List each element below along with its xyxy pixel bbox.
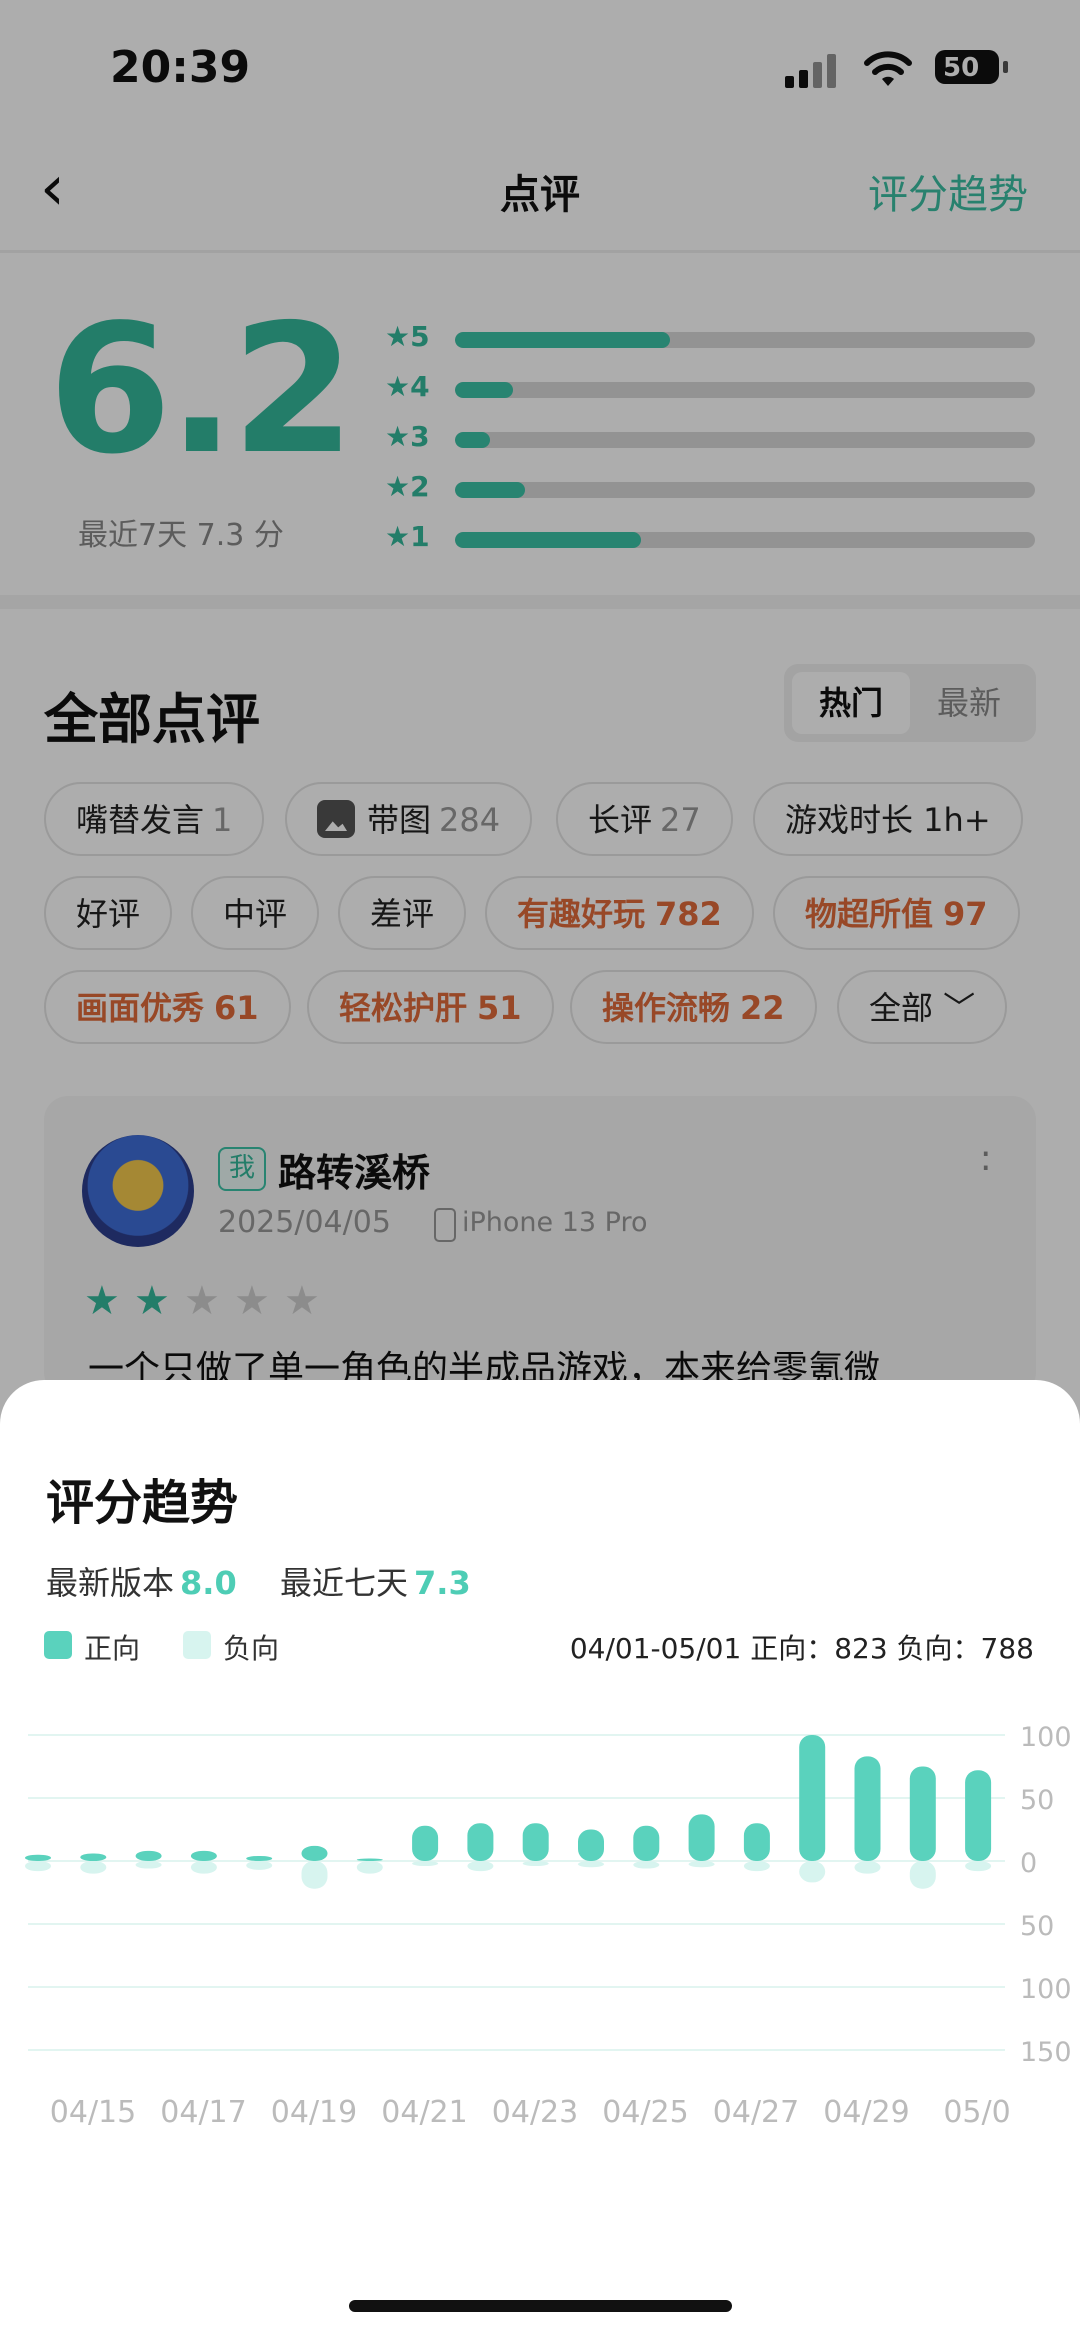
positive-bar [80, 1853, 107, 1861]
negative-bar [522, 1861, 549, 1867]
trend-chart[interactable]: 100 50 0 50 100 150 04/15 04/17 04/19 04/21 04/23 0… [0, 1720, 1080, 2140]
positive-bar [301, 1845, 328, 1861]
positive-bar [135, 1850, 162, 1861]
negative-bar [246, 1861, 273, 1870]
positive-bar [854, 1756, 881, 1861]
negative-bar [743, 1861, 770, 1872]
y-tick-label: 100 [1020, 1974, 1072, 2005]
y-tick-label: 150 [1020, 2037, 1072, 2068]
negative-bar [80, 1861, 107, 1874]
negative-bar [356, 1861, 383, 1874]
positive-bar [467, 1823, 494, 1861]
negative-bar [190, 1861, 217, 1874]
last7-value: 7.3 [414, 1564, 471, 1602]
y-tick-label: 0 [1020, 1848, 1037, 1879]
positive-bar [633, 1825, 660, 1861]
negative-bar [854, 1861, 881, 1874]
y-tick-label: 50 [1020, 1785, 1054, 1816]
negative-bar [909, 1861, 936, 1889]
negative-bar [578, 1861, 604, 1868]
positive-bar [412, 1825, 439, 1861]
sheet-title: 评分趋势 [46, 1475, 239, 1531]
positive-bar [965, 1770, 992, 1861]
x-tick-label: 04/17 [160, 2095, 246, 2130]
positive-bar [578, 1829, 604, 1861]
x-tick-label: 04/15 [50, 2095, 136, 2130]
latest-version-score: 最新版本 8.0 [46, 1558, 237, 1604]
x-tick-label: 04/29 [823, 2095, 909, 2130]
x-tick-label: 04/25 [602, 2095, 688, 2130]
trend-summary: 04/01-05/01 正向：823 负向：788 [569, 1632, 1034, 1665]
positive-bar [356, 1858, 383, 1861]
positive-bar [522, 1823, 549, 1861]
negative-bar [633, 1861, 660, 1869]
negative-bar [412, 1861, 439, 1867]
legend-positive-label: 正向 [84, 1632, 141, 1665]
legend-negative-label: 负向 [223, 1632, 280, 1665]
negative-bar [135, 1861, 162, 1869]
positive-bar [743, 1823, 770, 1861]
negative-bar [301, 1861, 328, 1889]
positive-bar [190, 1850, 217, 1861]
last7-label: 最近七天 [280, 1564, 409, 1602]
negative-bar [25, 1861, 51, 1872]
negative-bar [799, 1861, 826, 1883]
positive-bar [909, 1766, 936, 1861]
positive-bar [688, 1814, 715, 1861]
home-indicator[interactable] [349, 2300, 732, 2312]
x-tick-label: 04/21 [381, 2095, 467, 2130]
latest-version-label: 最新版本 [46, 1564, 175, 1602]
last7-score: 最近七天 7.3 [280, 1558, 471, 1604]
positive-bar [246, 1855, 273, 1861]
x-tick-label: 04/23 [492, 2095, 578, 2130]
x-tick-label: 05/0 [943, 2095, 1010, 2130]
negative-bar [965, 1861, 992, 1872]
positive-bar [799, 1735, 826, 1861]
y-tick-label: 100 [1020, 1722, 1072, 1753]
x-tick-label: 04/27 [713, 2095, 799, 2130]
legend-positive-swatch [44, 1631, 72, 1659]
latest-version-value: 8.0 [180, 1564, 237, 1602]
negative-bar [688, 1861, 715, 1868]
negative-bar [467, 1861, 494, 1872]
x-tick-label: 04/19 [271, 2095, 357, 2130]
positive-bar [25, 1854, 51, 1861]
y-tick-label: 50 [1020, 1911, 1054, 1942]
legend-negative-swatch [183, 1631, 211, 1659]
